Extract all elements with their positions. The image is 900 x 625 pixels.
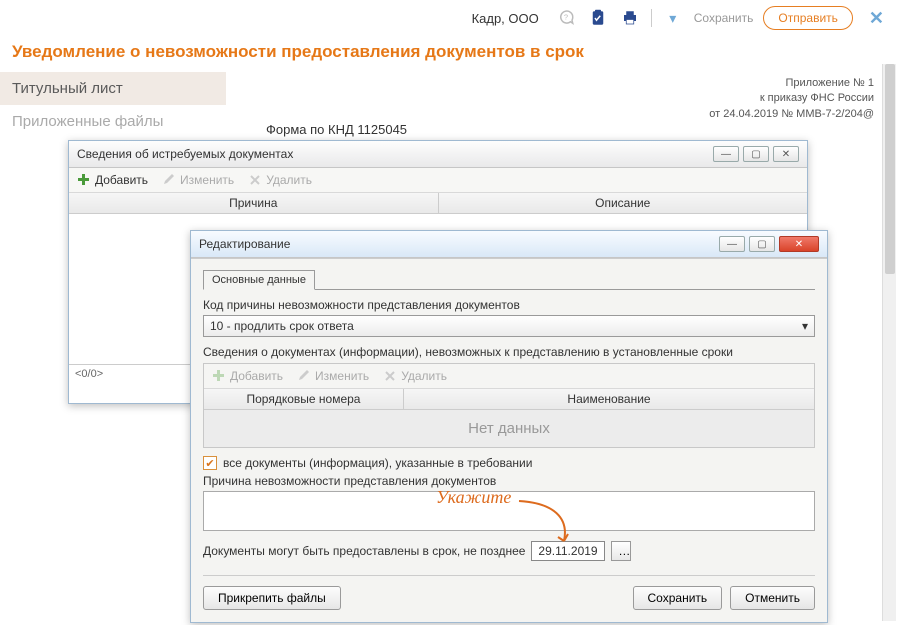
dialog1-delete-label: Удалить xyxy=(266,173,312,187)
docs-delete-label: Удалить xyxy=(401,369,447,383)
plus-icon xyxy=(77,173,91,187)
docs-add-label: Добавить xyxy=(230,369,283,383)
meta-line-1: Приложение № 1 xyxy=(230,76,874,91)
dialog1-col-description[interactable]: Описание xyxy=(439,193,808,213)
deadline-row: Документы могут быть предоставлены в сро… xyxy=(203,541,815,561)
date-picker-button[interactable]: … xyxy=(611,541,631,561)
docs-inner-panel: Добавить Изменить Удалить Порядковые ном… xyxy=(203,363,815,448)
pencil-icon xyxy=(162,173,176,187)
dialog2-tabbar: Основные данные xyxy=(203,269,815,290)
dialog-save-button[interactable]: Сохранить xyxy=(633,586,723,610)
dialog1-table-header: Причина Описание xyxy=(69,193,807,214)
dialog1-col-reason[interactable]: Причина xyxy=(69,193,439,213)
scroll-thumb[interactable] xyxy=(885,64,895,274)
docs-delete-button: Удалить xyxy=(383,369,447,383)
docs-toolbar: Добавить Изменить Удалить xyxy=(204,364,814,389)
pencil-icon xyxy=(297,369,311,383)
reason-textarea[interactable] xyxy=(203,491,815,531)
docs-section-label: Сведения о документах (информации), нево… xyxy=(203,345,815,359)
docs-edit-label: Изменить xyxy=(315,369,369,383)
tab-attached-files[interactable]: Приложенные файлы xyxy=(0,105,230,138)
docs-add-button: Добавить xyxy=(212,369,283,383)
delete-icon xyxy=(248,173,262,187)
dialog2-minimize-button[interactable]: — xyxy=(719,236,745,252)
deadline-label: Документы могут быть предоставлены в сро… xyxy=(203,544,525,558)
top-toolbar: Кадр, ООО ? ▾ Сохранить Отправить ✕ xyxy=(0,0,900,36)
all-docs-checkbox-row[interactable]: ✔ все документы (информация), указанные … xyxy=(203,456,815,470)
reason-text-label: Причина невозможности представления доку… xyxy=(203,474,815,488)
delete-icon xyxy=(383,369,397,383)
page-scrollbar[interactable] xyxy=(882,64,896,621)
docs-table-header: Порядковые номера Наименование xyxy=(204,389,814,410)
all-docs-checkbox-label: все документы (информация), указанные в … xyxy=(223,456,532,470)
dialog2-button-row: Прикрепить файлы Сохранить Отменить xyxy=(203,575,815,610)
dialog2-maximize-button[interactable]: ▢ xyxy=(749,236,775,252)
print-icon[interactable] xyxy=(619,7,641,29)
chevron-down-icon: ▾ xyxy=(802,319,808,333)
meta-line-2: к приказу ФНС России xyxy=(230,91,874,106)
chevron-down-icon[interactable]: ▾ xyxy=(662,7,684,29)
dialog-cancel-button[interactable]: Отменить xyxy=(730,586,815,610)
docs-nodata: Нет данных xyxy=(204,410,814,447)
dialog2-titlebar[interactable]: Редактирование — ▢ ✕ xyxy=(191,231,827,258)
dialog1-delete-button: Удалить xyxy=(248,173,312,187)
docs-col-numbers[interactable]: Порядковые номера xyxy=(204,389,404,409)
tab-title-page[interactable]: Титульный лист xyxy=(0,72,230,105)
dialog1-close-button[interactable]: ✕ xyxy=(773,146,799,162)
reason-code-label: Код причины невозможности представления … xyxy=(203,298,815,312)
dialog2-close-button[interactable]: ✕ xyxy=(779,236,819,252)
deadline-date-input[interactable]: 29.11.2019 xyxy=(531,541,605,561)
meta-line-3: от 24.04.2019 № ММВ-7-2/204@ xyxy=(230,107,874,122)
toolbar-divider xyxy=(651,9,652,27)
page-header: Титульный лист Приложенные файлы Приложе… xyxy=(0,72,900,138)
dialog1-title: Сведения об истребуемых документах xyxy=(77,147,293,161)
clipboard-icon[interactable] xyxy=(587,7,609,29)
close-icon[interactable]: ✕ xyxy=(863,8,890,29)
svg-text:?: ? xyxy=(564,13,568,22)
dialog1-edit-label: Изменить xyxy=(180,173,234,187)
reason-code-value: 10 - продлить срок ответа xyxy=(210,319,354,333)
reason-code-select[interactable]: 10 - продлить срок ответа ▾ xyxy=(203,315,815,337)
all-docs-checkbox[interactable]: ✔ xyxy=(203,456,217,470)
attach-files-button[interactable]: Прикрепить файлы xyxy=(203,586,341,610)
form-code: Форма по КНД 1125045 xyxy=(266,122,407,137)
tab-main-data[interactable]: Основные данные xyxy=(203,270,315,290)
side-tabs: Титульный лист Приложенные файлы xyxy=(0,72,230,138)
dialog1-add-label: Добавить xyxy=(95,173,148,187)
dialog1-add-button[interactable]: Добавить xyxy=(77,173,148,187)
dialog2-title: Редактирование xyxy=(199,237,290,251)
dialog1-minimize-button[interactable]: — xyxy=(713,146,739,162)
company-name: Кадр, ООО xyxy=(472,11,539,26)
document-title: Уведомление о невозможности предоставлен… xyxy=(0,36,900,72)
edit-dialog: Редактирование — ▢ ✕ Основные данные Код… xyxy=(190,230,828,623)
dialog1-toolbar: Добавить Изменить Удалить xyxy=(69,168,807,193)
docs-edit-button: Изменить xyxy=(297,369,369,383)
dialog1-edit-button: Изменить xyxy=(162,173,234,187)
send-button[interactable]: Отправить xyxy=(763,6,853,30)
dialog1-maximize-button[interactable]: ▢ xyxy=(743,146,769,162)
save-link: Сохранить xyxy=(694,11,754,25)
docs-col-name[interactable]: Наименование xyxy=(404,389,814,409)
dialog1-titlebar[interactable]: Сведения об истребуемых документах — ▢ ✕ xyxy=(69,141,807,168)
comment-icon[interactable]: ? xyxy=(555,7,577,29)
plus-icon xyxy=(212,369,226,383)
